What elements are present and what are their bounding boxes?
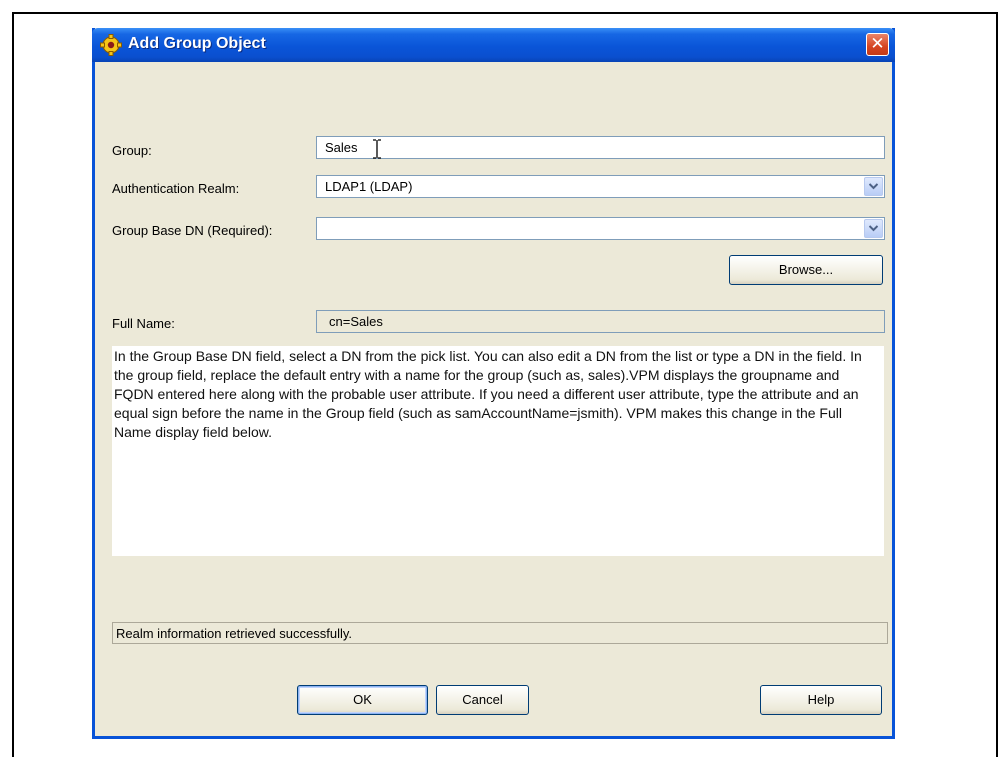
base-dn-select[interactable] <box>316 217 885 240</box>
status-bar: Realm information retrieved successfully… <box>112 622 888 644</box>
full-name-value: cn=Sales <box>329 314 383 329</box>
close-button[interactable]: ✕ <box>866 33 889 56</box>
realm-dropdown-button[interactable] <box>864 177 883 196</box>
cancel-button[interactable]: Cancel <box>436 685 529 715</box>
base-dn-label: Group Base DN (Required): <box>112 223 273 238</box>
dialog-title: Add Group Object <box>128 35 266 52</box>
gear-icon <box>100 34 122 56</box>
realm-select[interactable]: LDAP1 (LDAP) <box>316 175 885 198</box>
full-name-label: Full Name: <box>112 316 175 331</box>
full-name-field: cn=Sales <box>316 310 885 333</box>
realm-select-value: LDAP1 (LDAP) <box>325 179 413 194</box>
chevron-down-icon <box>869 225 878 232</box>
group-label: Group: <box>112 143 152 158</box>
base-dn-dropdown-button[interactable] <box>864 219 883 238</box>
help-text: In the Group Base DN field, select a DN … <box>112 346 884 556</box>
status-text: Realm information retrieved successfully… <box>116 626 353 641</box>
title-bar[interactable]: Add Group Object ✕ <box>92 28 895 62</box>
ok-button[interactable]: OK <box>297 685 428 715</box>
browse-button[interactable]: Browse... <box>729 255 883 285</box>
group-input[interactable]: Sales <box>316 136 885 159</box>
group-input-value: Sales <box>325 140 358 155</box>
text-cursor-icon <box>372 139 382 164</box>
realm-label: Authentication Realm: <box>112 181 240 196</box>
close-icon: ✕ <box>870 34 885 53</box>
chevron-down-icon <box>869 183 878 190</box>
help-button[interactable]: Help <box>760 685 882 715</box>
